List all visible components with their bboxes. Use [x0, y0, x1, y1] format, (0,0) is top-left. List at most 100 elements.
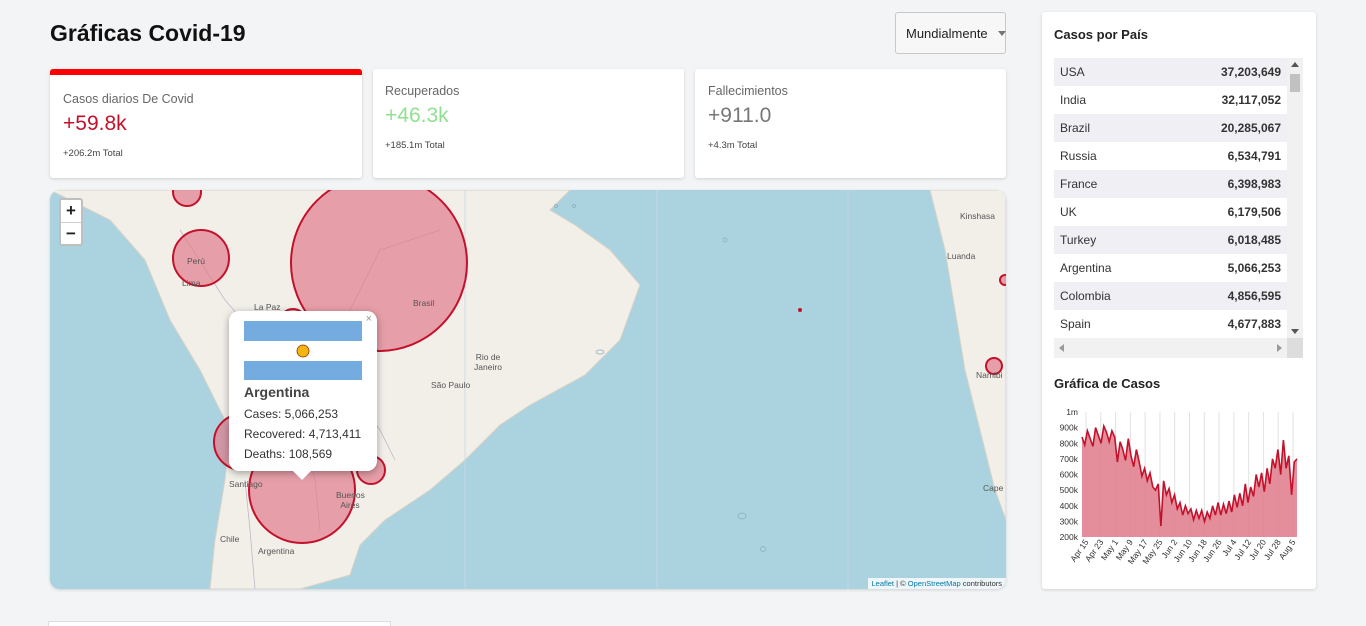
table-row[interactable]: Colombia 4,856,595	[1054, 282, 1287, 310]
argentina-flag-icon	[244, 321, 362, 380]
caret-down-icon	[997, 30, 1006, 36]
recovered-card: Recuperados +46.3k +185.1m Total	[373, 69, 684, 178]
map-label-santiago: Santiago	[229, 479, 263, 489]
y-tick-label: 1m	[1066, 407, 1078, 417]
sidebar-panel: Casos por País USA 37,203,649 India 32,117,…	[1042, 12, 1316, 589]
angola-circle	[999, 274, 1006, 286]
y-tick-label: 800k	[1060, 438, 1079, 448]
map-label-buenos-aires: Buenos Aires	[336, 490, 365, 510]
country-name: Russia	[1060, 149, 1097, 163]
country-popup: × Argentina Cases: 5,066,253 Recovered: …	[229, 311, 377, 480]
attribution-separator: | ©	[894, 579, 908, 588]
page-title: Gráficas Covid-19	[50, 20, 246, 46]
deaths-value: +911.0	[708, 104, 772, 127]
scroll-right-icon[interactable]	[1277, 344, 1282, 352]
country-name: France	[1060, 177, 1098, 191]
daily-cases-total: +206.2m Total	[63, 148, 123, 159]
recovered-total: +185.1m Total	[385, 140, 445, 151]
table-row[interactable]: UK 6,179,506	[1054, 198, 1287, 226]
deaths-card: Fallecimientos +911.0 +4.3m Total	[695, 69, 1006, 178]
table-row[interactable]: Russia 6,534,791	[1054, 142, 1287, 170]
country-cases: 4,677,883	[1227, 317, 1281, 331]
attribution-contributors: contributors	[960, 579, 1002, 588]
table-vertical-scrollbar[interactable]	[1287, 58, 1303, 338]
region-select[interactable]: Mundialmente	[895, 12, 1006, 54]
table-row[interactable]: Spain 4,677,883	[1054, 310, 1287, 338]
zoom-out-button[interactable]: −	[61, 222, 81, 244]
popup-recovered: Recovered: 4,713,411	[244, 427, 362, 441]
y-tick-label: 400k	[1060, 501, 1079, 511]
countries-title: Casos por País	[1054, 27, 1148, 42]
map-tiles	[50, 190, 1006, 589]
map-label-cape: Cape	[983, 483, 1004, 493]
map-label-argentina: Argentina	[258, 546, 295, 556]
table-row[interactable]: India 32,117,052	[1054, 86, 1287, 114]
country-cases: 6,179,506	[1227, 205, 1281, 219]
country-name: Turkey	[1060, 233, 1097, 247]
country-name: USA	[1060, 65, 1085, 79]
popup-deaths: Deaths: 108,569	[244, 447, 333, 461]
country-cases: 32,117,052	[1221, 93, 1281, 107]
map-label-kinshasa: Kinshasa	[960, 211, 995, 221]
map-label-sao-paulo: São Paulo	[431, 380, 471, 390]
map-label-brasil: Brasil	[413, 298, 435, 308]
popup-close-icon[interactable]: ×	[366, 313, 372, 325]
y-tick-label: 600k	[1060, 470, 1079, 480]
y-tick-label: 500k	[1060, 485, 1079, 495]
region-select-value: Mundialmente	[906, 25, 988, 41]
map-label-rio: Rio de Janeiro	[474, 352, 502, 372]
country-cases: 5,066,253	[1227, 261, 1281, 275]
table-row[interactable]: Turkey 6,018,485	[1054, 226, 1287, 254]
table-row[interactable]: USA 37,203,649	[1054, 58, 1287, 86]
popup-country-name: Argentina	[244, 384, 310, 400]
map-label-namibia: Namibi	[976, 370, 1003, 380]
country-name: Spain	[1060, 317, 1091, 331]
y-tick-label: 200k	[1060, 532, 1079, 542]
countries-table[interactable]: USA 37,203,649 India 32,117,052 Brazil 20,285…	[1054, 58, 1303, 358]
leaflet-link[interactable]: Leaflet	[872, 579, 895, 588]
chart-title: Gráfica de Casos	[1054, 376, 1161, 391]
scroll-thumb[interactable]	[1290, 74, 1300, 92]
zoom-in-button[interactable]: +	[61, 200, 81, 222]
country-cases: 37,203,649	[1220, 65, 1281, 79]
recovered-label: Recuperados	[385, 84, 460, 98]
table-row[interactable]: Brazil 20,285,067	[1054, 114, 1287, 142]
map-label-peru: Perú	[187, 256, 205, 266]
country-cases: 4,856,595	[1227, 289, 1281, 303]
daily-cases-value: +59.8k	[63, 112, 127, 135]
x-tick-label: Aug 5	[1277, 537, 1298, 561]
africa-land	[929, 190, 1006, 521]
y-tick-label: 300k	[1060, 516, 1079, 526]
map-label-luanda: Luanda	[947, 251, 976, 261]
y-tick-label: 900k	[1060, 423, 1079, 433]
country-cases: 6,018,485	[1227, 233, 1281, 247]
country-name: Argentina	[1060, 261, 1112, 275]
map-label-lima: Lima	[182, 278, 201, 288]
popup-cases: Cases: 5,066,253	[244, 407, 339, 421]
scroll-left-icon[interactable]	[1059, 344, 1064, 352]
map-attribution: Leaflet | © OpenStreetMap contributors	[867, 578, 1006, 589]
country-cases: 6,398,983	[1227, 177, 1281, 191]
scroll-down-icon[interactable]	[1291, 329, 1299, 334]
st-helena-marker	[798, 308, 802, 312]
recovered-value: +46.3k	[385, 104, 449, 127]
zoom-control: + −	[59, 198, 83, 246]
country-cases: 6,534,791	[1227, 149, 1281, 163]
scroll-corner	[1287, 338, 1303, 358]
world-map[interactable]: + − Perú Lima La Paz Brasil Rio de Janei…	[50, 190, 1006, 589]
table-row[interactable]: Argentina 5,066,253	[1054, 254, 1287, 282]
osm-link[interactable]: OpenStreetMap	[908, 579, 961, 588]
country-name: Colombia	[1060, 289, 1111, 303]
cases-chart[interactable]: Apr 15Apr 23May 1May 9May 17May 25Jun 2J…	[1054, 402, 1304, 582]
table-row[interactable]: France 6,398,983	[1054, 170, 1287, 198]
country-name: India	[1060, 93, 1087, 107]
bottom-panel-edge	[48, 621, 391, 626]
y-tick-label: 700k	[1060, 454, 1079, 464]
map-label-chile: Chile	[220, 534, 240, 544]
deaths-total: +4.3m Total	[708, 140, 758, 151]
country-cases: 20,285,067	[1220, 121, 1281, 135]
table-horizontal-scrollbar[interactable]	[1054, 338, 1287, 358]
country-name: Brazil	[1060, 121, 1091, 135]
daily-cases-label: Casos diarios De Covid	[63, 92, 194, 106]
scroll-up-icon[interactable]	[1291, 62, 1299, 67]
